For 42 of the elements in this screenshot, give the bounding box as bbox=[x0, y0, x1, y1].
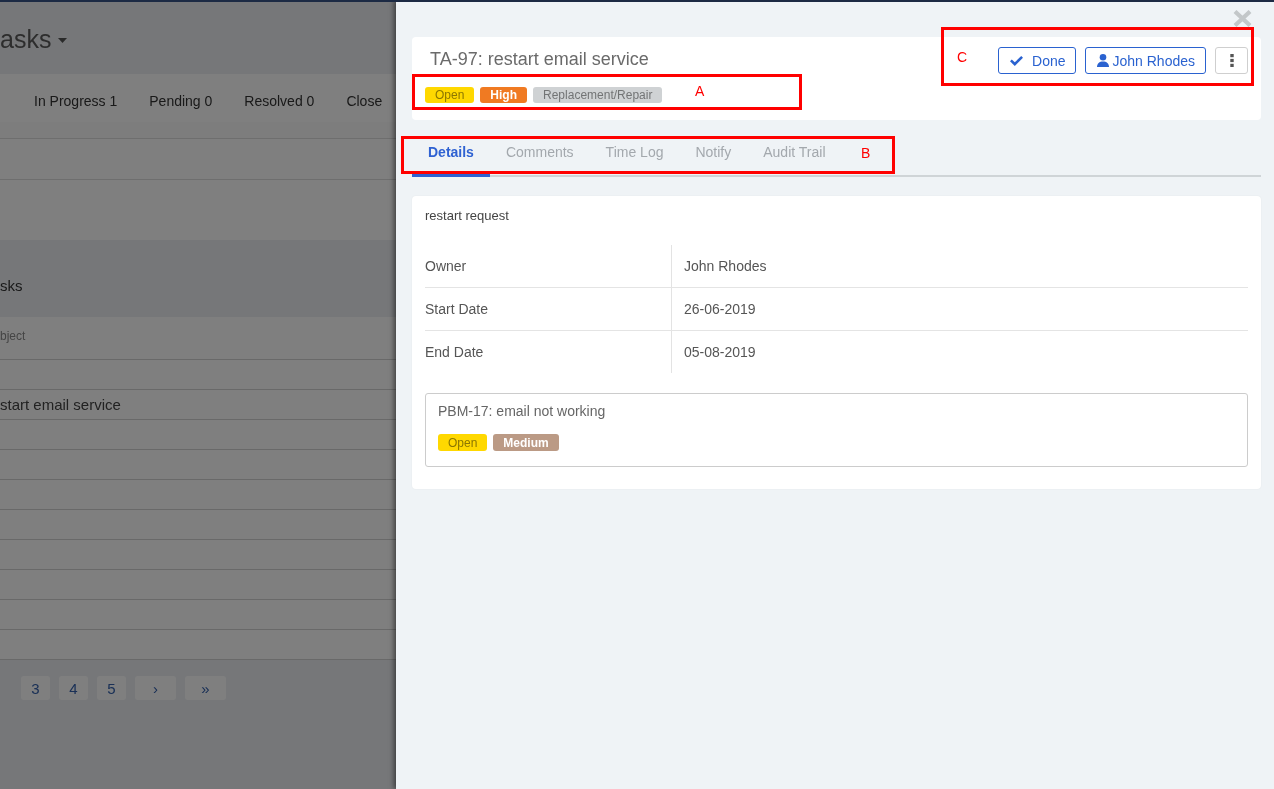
description-text: restart request bbox=[425, 207, 510, 224]
field-label: Start Date bbox=[425, 301, 489, 317]
column-header: bject bbox=[0, 329, 26, 343]
status-tab[interactable]: Resolved 0 bbox=[244, 93, 315, 109]
task-title: TA-97: restart email service bbox=[430, 48, 650, 71]
field-label: End Date bbox=[425, 344, 484, 360]
status-tab[interactable]: Pending 0 bbox=[149, 93, 213, 109]
table-cell: start email service bbox=[0, 396, 121, 413]
tab[interactable]: Details bbox=[412, 138, 490, 177]
tab[interactable]: Notify bbox=[679, 138, 748, 177]
user-icon bbox=[1097, 54, 1110, 67]
status-tab[interactable]: Close bbox=[346, 93, 383, 109]
field-label: Owner bbox=[425, 258, 467, 274]
assignee-button[interactable]: John Rhodes bbox=[1085, 47, 1206, 74]
more-icon bbox=[1229, 54, 1234, 67]
list-title: sks bbox=[0, 277, 23, 294]
field-value: 26-06-2019 bbox=[684, 301, 756, 317]
status-tab[interactable]: In Progress 1 bbox=[34, 93, 118, 109]
tag-badge: Replacement/Repair bbox=[533, 87, 663, 103]
caret-down-icon[interactable] bbox=[58, 38, 68, 43]
tag-badge: High bbox=[480, 87, 528, 103]
annotation-label: B bbox=[861, 145, 871, 161]
field-value: 05-08-2019 bbox=[684, 344, 756, 360]
tab[interactable]: Comments bbox=[489, 138, 590, 177]
page-button[interactable]: » bbox=[185, 676, 226, 700]
page-button[interactable]: 5 bbox=[97, 676, 126, 700]
annotation-label: A bbox=[695, 83, 705, 99]
tab[interactable]: Time Log bbox=[589, 138, 680, 177]
page-title: asks bbox=[0, 24, 52, 54]
annotation-label: C bbox=[957, 49, 968, 65]
linked-issue-title[interactable]: PBM-17: email not working bbox=[438, 402, 1235, 420]
page-button[interactable]: › bbox=[135, 676, 176, 700]
page-button[interactable]: 4 bbox=[59, 676, 88, 700]
tag-badge: Medium bbox=[493, 434, 559, 451]
check-icon bbox=[1010, 55, 1023, 66]
tab[interactable]: Audit Trail bbox=[747, 138, 842, 177]
field-value: John Rhodes bbox=[684, 258, 767, 274]
tag-badge: Open bbox=[438, 434, 488, 451]
more-button[interactable] bbox=[1215, 47, 1248, 74]
tag-badge: Open bbox=[425, 87, 475, 103]
page-button[interactable]: 3 bbox=[21, 676, 50, 700]
done-button[interactable]: Done bbox=[998, 47, 1077, 74]
